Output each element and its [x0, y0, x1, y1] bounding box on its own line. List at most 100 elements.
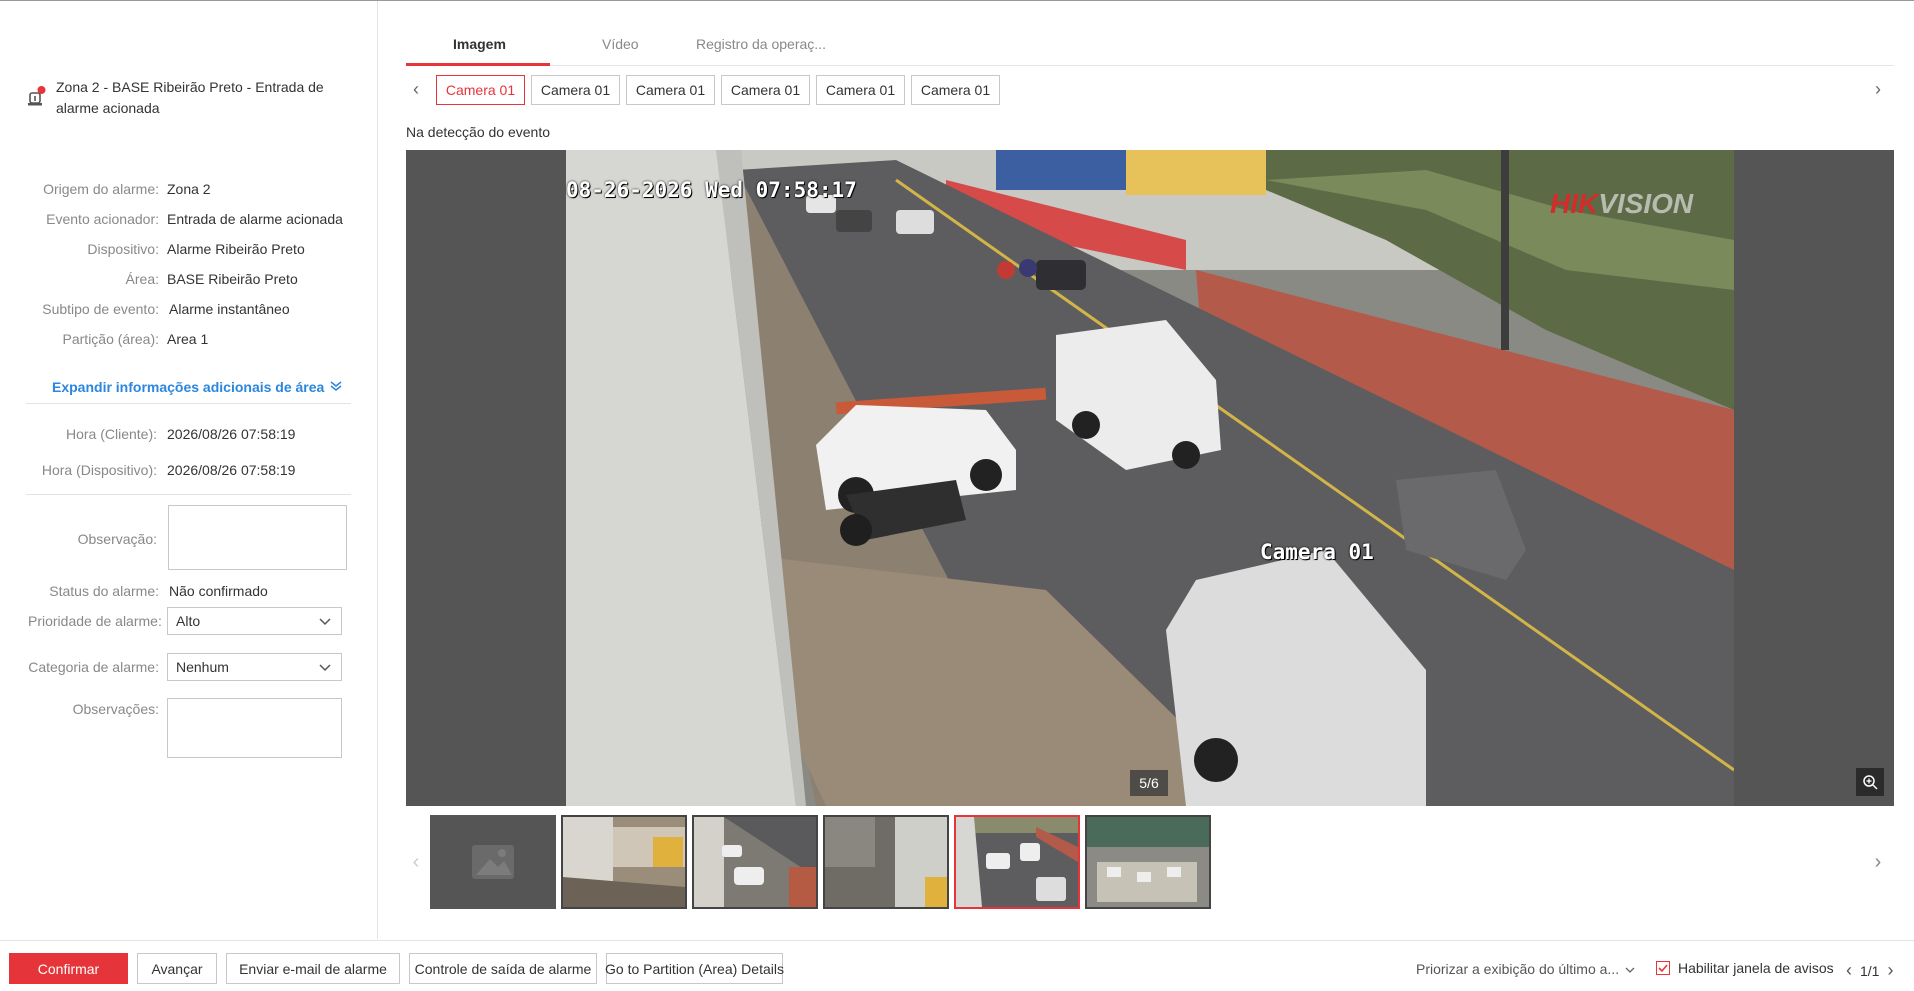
chevron-down-icon	[1625, 961, 1635, 977]
thumbnail-selected[interactable]	[954, 815, 1080, 909]
prioridade-value: Alto	[176, 613, 201, 629]
active-tab-indicator	[406, 63, 550, 66]
detail-area: Área: BASE Ribeirão Preto	[28, 270, 358, 288]
next-button[interactable]: Avançar	[137, 953, 217, 984]
osd-camera-name: Camera 01	[1260, 540, 1374, 564]
camera-button[interactable]: Camera 01	[531, 75, 620, 105]
chevron-right-icon[interactable]: ›	[1887, 960, 1893, 981]
divider	[26, 494, 351, 495]
osd-datetime: 08-26-2026 Wed 07:58:17	[566, 178, 857, 202]
observacao-row: Observação:	[28, 505, 358, 570]
tab-imagem[interactable]: Imagem	[453, 36, 506, 52]
observacao-textarea[interactable]	[168, 505, 347, 570]
send-alarm-email-button[interactable]: Enviar e-mail de alarme	[226, 953, 400, 984]
thumbnail[interactable]	[692, 815, 818, 909]
camera-snapshot: 08-26-2026 Wed 07:58:17 Camera 01 HIKVIS…	[566, 150, 1734, 806]
camera-button[interactable]: Camera 01	[436, 75, 525, 105]
detail-label: Área:	[125, 271, 159, 287]
detail-evento: Evento acionador: Entrada de alarme acion…	[28, 210, 358, 228]
capture-caption: Na detecção do evento	[406, 124, 550, 140]
pager: ‹ 1/1 ›	[1846, 960, 1893, 981]
time-label: Hora (Cliente):	[65, 426, 157, 442]
confirm-button[interactable]: Confirmar	[9, 953, 128, 984]
detail-subtipo: Subtipo de evento: Alarme instantâneo	[28, 300, 358, 318]
image-placeholder-icon	[472, 845, 514, 879]
tab-video[interactable]: Vídeo	[602, 36, 639, 52]
observacoes-label: Observações:	[72, 701, 159, 717]
thumbnail[interactable]	[561, 815, 687, 909]
detail-value: Area 1	[167, 331, 209, 347]
detail-label: Origem do alarme:	[43, 181, 159, 197]
media-tabs: Imagem Vídeo Registro da operaç...	[406, 30, 1894, 66]
camera-button[interactable]: Camera 01	[911, 75, 1000, 105]
chevron-left-icon[interactable]: ‹	[1846, 960, 1852, 981]
alarm-details-panel: Zona 2 - BASE Ribeirão Preto - Entrada d…	[0, 1, 378, 939]
prioridade-row: Prioridade de alarme: Alto	[28, 607, 358, 635]
divider	[26, 403, 351, 404]
time-value: 2026/08/26 07:58:19	[167, 462, 296, 478]
thumbnail-strip: ‹ ›	[406, 812, 1894, 912]
detail-label: Subtipo de evento:	[42, 301, 159, 317]
thumbnail[interactable]	[1085, 815, 1211, 909]
enable-popup-toggle[interactable]: Habilitar janela de avisos	[1656, 960, 1834, 976]
time-value: 2026/08/26 07:58:19	[167, 426, 296, 442]
categoria-label: Categoria de alarme:	[28, 659, 159, 675]
thumbnail-placeholder[interactable]	[430, 815, 556, 909]
prioridade-label: Prioridade de alarme:	[28, 613, 162, 629]
expand-area-info-link[interactable]: Expandir informações adicionais de área	[52, 379, 342, 395]
chevron-down-icon	[319, 613, 331, 629]
checkbox-checked-icon[interactable]	[1656, 961, 1670, 975]
categoria-row: Categoria de alarme: Nenhum	[28, 653, 358, 681]
thumbnail[interactable]	[823, 815, 949, 909]
double-chevron-down-icon	[330, 379, 342, 395]
camera-selector: ‹ Camera 01 Camera 01 Camera 01 Camera 0…	[406, 75, 1894, 105]
enable-popup-label: Habilitar janela de avisos	[1678, 960, 1834, 976]
detail-value: Alarme instantâneo	[169, 301, 290, 317]
display-priority-select[interactable]: Priorizar a exibição do último a...	[1416, 961, 1635, 977]
prioridade-select[interactable]: Alto	[167, 607, 342, 635]
detail-label: Partição (área):	[62, 331, 159, 347]
detail-particao: Partição (área): Area 1	[28, 330, 358, 348]
time-client: Hora (Cliente): 2026/08/26 07:58:19	[28, 425, 358, 443]
time-label: Hora (Dispositivo):	[41, 462, 157, 478]
chevron-left-icon[interactable]: ‹	[406, 79, 426, 99]
observacao-label: Observação:	[77, 531, 157, 547]
alarm-title: Zona 2 - BASE Ribeirão Preto - Entrada d…	[56, 79, 324, 116]
alarm-siren-icon	[28, 85, 46, 107]
detail-label: Dispositivo:	[87, 241, 159, 257]
hikvision-watermark: HIKVISION	[1550, 188, 1693, 220]
image-counter: 5/6	[1130, 770, 1168, 796]
categoria-value: Nenhum	[176, 659, 229, 675]
detail-origem: Origem do alarme: Zona 2	[28, 180, 358, 198]
detail-value: Alarme Ribeirão Preto	[167, 241, 305, 257]
observacoes-row: Observações:	[28, 698, 358, 758]
detail-dispositivo: Dispositivo: Alarme Ribeirão Preto	[28, 240, 358, 258]
image-viewer[interactable]: 08-26-2026 Wed 07:58:17 Camera 01 HIKVIS…	[406, 150, 1894, 806]
categoria-select[interactable]: Nenhum	[167, 653, 342, 681]
status-row: Status do alarme: Não confirmado	[28, 583, 358, 599]
detail-value: Zona 2	[167, 181, 211, 197]
status-value: Não confirmado	[169, 583, 268, 599]
page-indicator: 1/1	[1860, 962, 1880, 979]
chevron-down-icon	[319, 659, 331, 675]
zoom-in-icon[interactable]	[1856, 768, 1884, 796]
camera-button[interactable]: Camera 01	[816, 75, 905, 105]
camera-button[interactable]: Camera 01	[626, 75, 715, 105]
alarm-header: Zona 2 - BASE Ribeirão Preto - Entrada d…	[28, 77, 348, 119]
chevron-right-icon[interactable]: ›	[1868, 850, 1888, 874]
time-device: Hora (Dispositivo): 2026/08/26 07:58:19	[28, 461, 358, 479]
display-priority-value: Priorizar a exibição do último a...	[1416, 961, 1620, 977]
observacoes-textarea[interactable]	[167, 698, 342, 758]
detail-label: Evento acionador:	[46, 211, 159, 227]
brand-part-b: VISION	[1598, 188, 1694, 219]
alarm-output-control-button[interactable]: Controle de saída de alarme	[409, 953, 597, 984]
expand-label: Expandir informações adicionais de área	[52, 379, 325, 395]
partition-details-button[interactable]: Go to Partition (Area) Details	[605, 953, 784, 984]
detail-value: BASE Ribeirão Preto	[167, 271, 298, 287]
chevron-right-icon[interactable]: ›	[1868, 79, 1888, 99]
status-label: Status do alarme:	[49, 583, 159, 599]
tab-registro[interactable]: Registro da operaç...	[696, 36, 826, 52]
brand-part-a: HIK	[1550, 188, 1599, 219]
camera-button[interactable]: Camera 01	[721, 75, 810, 105]
chevron-left-icon[interactable]: ‹	[406, 850, 426, 874]
